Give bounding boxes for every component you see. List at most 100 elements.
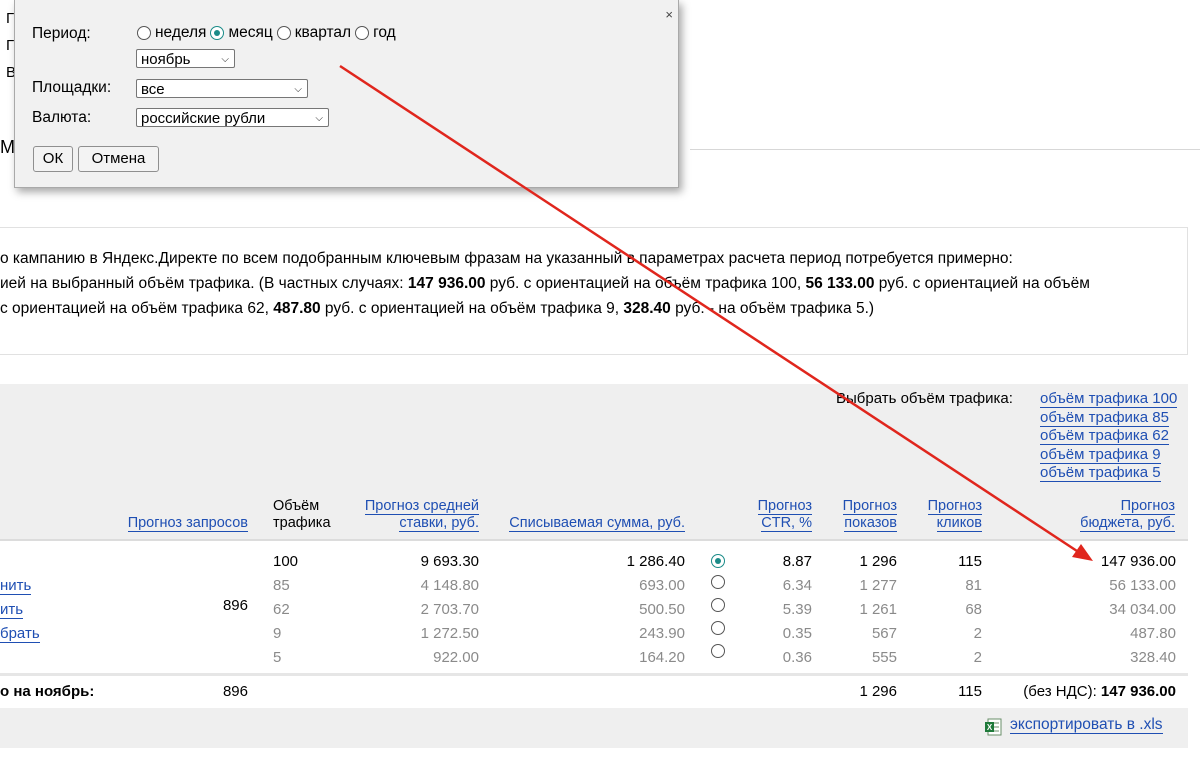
cell-traffic: 100 [273, 553, 299, 570]
period-option-quarter[interactable]: квартал [276, 24, 351, 42]
chevron-down-icon: ⌵ [221, 54, 229, 65]
svg-text:X: X [987, 723, 993, 732]
cell-bid: 9 693.30 [420, 553, 479, 570]
platforms-select[interactable]: все ⌵ [136, 79, 308, 98]
traffic-selector-links: объём трафика 100 объём трафика 85 объём… [1040, 390, 1178, 483]
excel-icon[interactable]: X [984, 718, 1002, 736]
radio-year[interactable] [355, 26, 370, 40]
cell-clicks: 2 [973, 649, 982, 666]
cell-clicks: 68 [965, 601, 982, 618]
cell-traffic: 85 [273, 577, 290, 594]
cell-shows: 567 [871, 625, 897, 642]
cell-charge: 500.50 [639, 601, 685, 618]
traffic-selector-label: Выбрать объём трафика: [836, 390, 1013, 407]
radio-week[interactable] [137, 26, 151, 40]
export-xls-link[interactable]: экспортировать в .xls [1010, 716, 1163, 734]
cell-traffic: 5 [273, 649, 282, 666]
cell-budget: 147 936.00 [1100, 553, 1176, 570]
bg-letter-2: Г [6, 37, 15, 54]
cell-ctr: 8.87 [782, 553, 812, 570]
close-icon[interactable]: × [665, 8, 673, 21]
traffic-link-62[interactable]: объём трафика 62 [1040, 427, 1169, 445]
header-traffic: Объём трафика [273, 498, 331, 531]
traffic-link-85[interactable]: объём трафика 85 [1040, 408, 1169, 427]
cell-clicks: 115 [958, 553, 982, 570]
cell-charge: 164.20 [639, 649, 685, 666]
period-option-week[interactable]: неделя [137, 24, 206, 42]
platforms-label: Площадки: [32, 79, 112, 96]
table-totals-separator [0, 673, 1188, 676]
period-label: Период: [32, 25, 91, 42]
cell-charge: 693.00 [639, 577, 685, 594]
cell-budget: 328.40 [1130, 649, 1176, 666]
totals-shows: 1 296 [859, 683, 897, 700]
description-line-2: ией на выбранный объём трафика. (В частн… [0, 275, 1090, 292]
cell-budget: 487.80 [1130, 625, 1176, 642]
traffic-link-100[interactable]: объём трафика 100 [1040, 390, 1178, 408]
header-shows[interactable]: Прогноз показов [826, 498, 897, 532]
currency-label: Валюта: [32, 109, 92, 126]
cell-shows: 555 [871, 649, 897, 666]
totals-label: о на ноябрь: [0, 683, 95, 700]
side-link-1[interactable]: нить [0, 577, 32, 595]
row-select-radio[interactable] [711, 554, 725, 568]
cell-bid: 4 148.80 [420, 577, 479, 594]
radio-quarter[interactable] [276, 26, 291, 40]
totals-budget: (без НДС): 147 936.00 [1023, 683, 1176, 700]
description-text: о кампанию в Яндекс.Директе по всем подо… [0, 246, 1200, 321]
row-select-radio[interactable] [711, 575, 725, 589]
cell-charge: 243.90 [639, 625, 685, 642]
cell-clicks: 81 [965, 577, 982, 594]
cancel-button[interactable]: Отмена [78, 146, 159, 172]
header-requests[interactable]: Прогноз запросов [110, 515, 248, 532]
traffic-link-9[interactable]: объём трафика 9 [1040, 445, 1161, 464]
totals-requests: 896 [222, 683, 248, 700]
row-select-radio[interactable] [711, 621, 725, 635]
section-divider [690, 149, 1200, 150]
cell-shows: 1 296 [859, 553, 897, 570]
cell-charge: 1 286.40 [626, 553, 685, 570]
cell-bid: 1 272.50 [420, 625, 479, 642]
header-clicks[interactable]: Прогноз кликов [910, 498, 982, 532]
totals-clicks: 115 [958, 683, 982, 700]
cell-shows: 1 277 [859, 577, 897, 594]
header-ctr[interactable]: Прогноз CTR, % [740, 498, 812, 532]
period-option-month[interactable]: месяц [210, 24, 273, 42]
side-link-3[interactable]: брать [0, 625, 40, 643]
bg-letter-1: Г [6, 10, 15, 27]
description-line-1: о кампанию в Яндекс.Директе по всем подо… [0, 250, 1013, 267]
cell-traffic: 9 [273, 625, 282, 642]
ok-button[interactable]: ОК [33, 146, 73, 172]
side-link-2[interactable]: ить [0, 601, 24, 619]
chevron-down-icon: ⌵ [315, 113, 323, 124]
description-line-3: с ориентацией на объём трафика 62, 487.8… [0, 300, 875, 317]
cell-bid: 2 703.70 [420, 601, 479, 618]
period-radio-group: неделя месяц квартал год [137, 24, 400, 42]
table-header-separator [0, 539, 1188, 541]
header-bid[interactable]: Прогноз средней ставки, руб. [340, 498, 479, 532]
cell-ctr: 0.36 [782, 649, 812, 666]
cell-ctr: 6.34 [782, 577, 812, 594]
cell-budget: 34 034.00 [1109, 601, 1176, 618]
cell-budget: 56 133.00 [1109, 577, 1176, 594]
page-root: Г Г В М о кампанию в Яндекс.Директе по в… [0, 0, 1200, 760]
traffic-link-5[interactable]: объём трафика 5 [1040, 464, 1161, 482]
header-budget[interactable]: Прогноз бюджета, руб. [1040, 498, 1175, 532]
requests-value: 896 [222, 597, 248, 614]
cell-shows: 1 261 [859, 601, 897, 618]
cell-clicks: 2 [973, 625, 982, 642]
header-charge[interactable]: Списываемая сумма, руб. [490, 515, 685, 532]
cell-bid: 922.00 [433, 649, 479, 666]
chevron-down-icon: ⌵ [294, 84, 302, 95]
row-select-radio[interactable] [711, 598, 725, 612]
row-select-radio[interactable] [711, 644, 725, 658]
forecast-params-dialog: × Период: неделя месяц квартал год ноябр… [14, 0, 679, 188]
radio-month[interactable] [210, 26, 225, 40]
cell-ctr: 5.39 [782, 601, 812, 618]
cell-ctr: 0.35 [782, 625, 812, 642]
month-select[interactable]: ноябрь ⌵ [136, 49, 235, 68]
cell-traffic: 62 [273, 601, 290, 618]
section-heading-fragment: М [0, 137, 15, 157]
period-option-year[interactable]: год [355, 24, 396, 42]
currency-select[interactable]: российские рубли ⌵ [136, 108, 329, 127]
